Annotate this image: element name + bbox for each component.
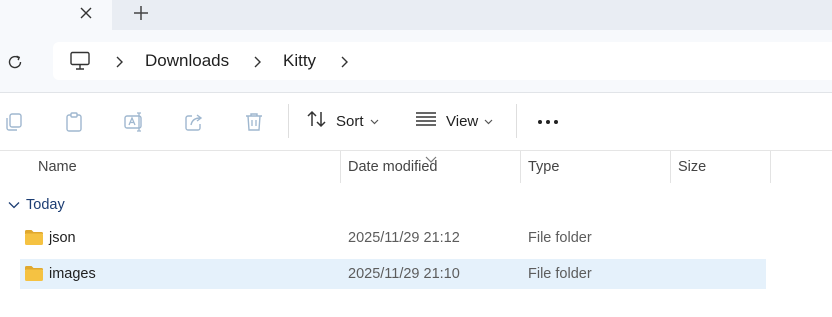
address-row: Downloads Kitty	[0, 30, 832, 92]
sort-label: Sort	[336, 112, 364, 130]
file-name: images	[49, 266, 96, 282]
column-divider[interactable]	[670, 151, 671, 183]
chevron-down-icon	[484, 112, 493, 130]
refresh-icon[interactable]	[6, 53, 24, 71]
file-type: File folder	[528, 230, 592, 246]
view-label: View	[446, 112, 479, 130]
column-divider[interactable]	[340, 151, 341, 183]
file-type: File folder	[528, 266, 592, 282]
command-bar: Sort View	[0, 93, 832, 150]
new-tab-icon[interactable]	[131, 3, 151, 23]
close-tab-icon[interactable]	[76, 3, 96, 23]
copy-icon[interactable]	[2, 110, 26, 134]
rename-icon[interactable]	[122, 110, 146, 134]
chevron-down-icon	[8, 196, 20, 214]
folder-icon	[24, 229, 44, 246]
toolbar-separator	[288, 104, 289, 138]
column-header-size[interactable]: Size	[678, 151, 706, 183]
chevron-right-icon[interactable]	[252, 55, 262, 68]
file-date-modified: 2025/11/29 21:12	[348, 230, 460, 246]
folder-icon	[24, 265, 44, 282]
address-bar[interactable]: Downloads Kitty	[53, 42, 832, 80]
paste-icon[interactable]	[62, 110, 86, 134]
view-button[interactable]: View	[414, 107, 493, 135]
more-options-icon[interactable]	[536, 110, 560, 134]
chevron-down-icon	[370, 112, 379, 130]
group-label: Today	[26, 197, 65, 213]
chevron-right-icon[interactable]	[114, 55, 124, 68]
group-header-today[interactable]: Today	[8, 195, 65, 215]
column-header-date-modified[interactable]: Date modified	[348, 151, 437, 183]
column-header-name[interactable]: Name	[38, 151, 77, 183]
active-tab[interactable]	[0, 0, 112, 30]
share-icon[interactable]	[182, 110, 206, 134]
file-row-images[interactable]: images 2025/11/29 21:10 File folder	[20, 259, 766, 289]
file-row-json[interactable]: json 2025/11/29 21:12 File folder	[20, 223, 766, 253]
sort-icon	[306, 109, 328, 134]
column-header-type[interactable]: Type	[528, 151, 559, 183]
chevron-right-icon[interactable]	[339, 55, 349, 68]
toolbar-separator	[516, 104, 517, 138]
file-name: json	[49, 230, 76, 246]
tab-strip	[0, 0, 832, 30]
column-divider[interactable]	[520, 151, 521, 183]
delete-icon[interactable]	[242, 110, 266, 134]
view-icon	[414, 110, 438, 133]
file-date-modified: 2025/11/29 21:10	[348, 266, 460, 282]
column-divider[interactable]	[770, 151, 771, 183]
breadcrumb-downloads[interactable]: Downloads	[145, 51, 229, 71]
sort-button[interactable]: Sort	[306, 107, 379, 135]
this-pc-icon[interactable]	[69, 51, 91, 71]
breadcrumb-kitty[interactable]: Kitty	[283, 51, 316, 71]
